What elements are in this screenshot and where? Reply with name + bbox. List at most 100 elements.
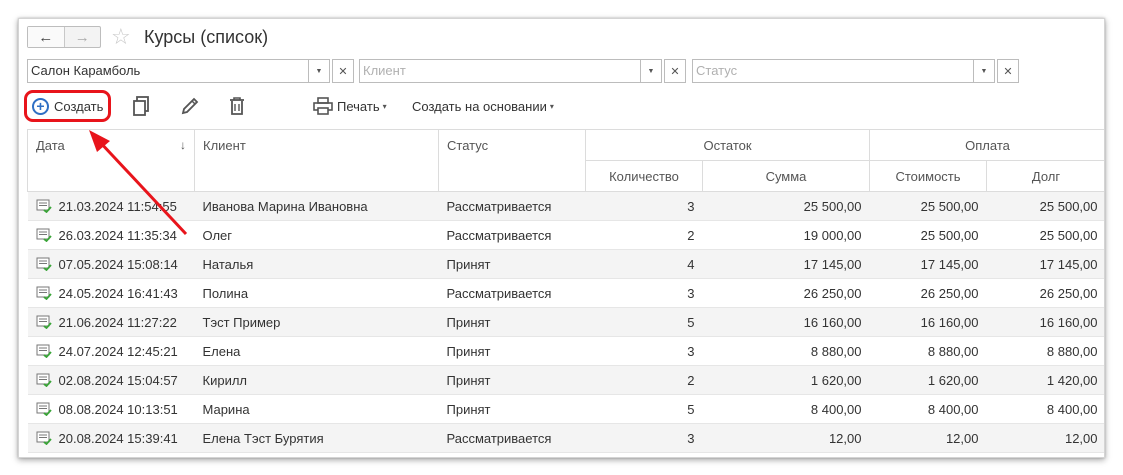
cell-date-text: 24.05.2024 16:41:43 (58, 285, 178, 301)
cell-cost-text: 17 145,00 (920, 256, 979, 272)
cell-cost-text: 12,00 (945, 430, 979, 446)
column-header-debt[interactable]: Долг (985, 160, 1104, 192)
cell-cost: 25 500,00 (869, 191, 987, 221)
edit-pencil-icon[interactable] (179, 95, 201, 117)
status-filter: Статус ▼ ✕ (692, 59, 1019, 83)
cell-debt-text: 16 160,00 (1039, 314, 1098, 330)
cell-quantity: 5 (585, 394, 703, 424)
cell-quantity-text: 5 (687, 314, 695, 330)
table-row[interactable]: 26.03.2024 11:35:34 Олег Рассматривается 2 1… (27, 220, 1104, 250)
cell-quantity-text: 2 (687, 227, 695, 243)
cell-status-text: Принят (446, 343, 491, 359)
status-clear-button[interactable]: ✕ (997, 59, 1019, 83)
cell-quantity-text: 3 (687, 285, 695, 301)
cell-debt-text: 25 500,00 (1039, 198, 1098, 214)
client-field[interactable]: Клиент (359, 59, 640, 83)
cell-client: Кирилл (194, 365, 439, 395)
cell-debt-text: 17 145,00 (1039, 256, 1098, 272)
column-group-payment: Оплата (868, 129, 1104, 161)
table-row[interactable]: 20.08.2024 15:39:41 Елена Тэст Бурятия Рас… (27, 423, 1104, 453)
column-header-client[interactable]: Клиент (194, 129, 439, 192)
close-icon: ✕ (1003, 65, 1013, 78)
delete-trash-icon[interactable] (226, 95, 248, 117)
create-based-on-menu-button[interactable]: Создать на основании ▾ (412, 99, 554, 114)
cell-debt: 12,00 (986, 423, 1104, 453)
organization-dropdown-button[interactable]: ▼ (308, 59, 330, 83)
cell-client: Наталья (194, 249, 439, 279)
cell-debt-text: 12,00 (1064, 430, 1098, 446)
table-row[interactable]: 21.06.2024 11:27:22 Тэст Пример Принят 5 16 … (27, 307, 1104, 337)
cell-client-text: Марина (202, 401, 250, 417)
cell-quantity: 3 (585, 336, 703, 366)
cell-sum-text: 19 000,00 (803, 227, 862, 243)
navigation-buttons: ← → (27, 26, 101, 48)
table-row[interactable]: 21.03.2024 11:54:55 Иванова Марина Иванов… (27, 191, 1104, 221)
cell-date: 21.06.2024 11:27:22 (27, 307, 195, 337)
cell-client-text: Елена (202, 343, 241, 359)
cell-sum-text: 8 400,00 (810, 401, 862, 417)
organization-filter: Салон Карамболь ▼ ✕ (27, 59, 354, 83)
status-dropdown-button[interactable]: ▼ (973, 59, 995, 83)
courses-table: Дата ↓ Клиент Статус Остаток Оплата Коли… (27, 129, 1104, 453)
table-row[interactable]: 24.05.2024 16:41:43 Полина Рассматривается… (27, 278, 1104, 308)
table-row[interactable]: 02.08.2024 15:04:57 Кирилл Принят 2 1 620,00… (27, 365, 1104, 395)
table-row[interactable]: 24.07.2024 12:45:21 Елена Принят 3 8 880,00 8… (27, 336, 1104, 366)
client-filter: Клиент ▼ ✕ (359, 59, 686, 83)
cell-date: 08.08.2024 10:13:51 (27, 394, 195, 424)
cell-debt-text: 25 500,00 (1039, 227, 1098, 243)
cell-cost: 8 400,00 (869, 394, 987, 424)
document-posted-icon (36, 402, 52, 417)
cell-cost: 17 145,00 (869, 249, 987, 279)
cell-debt: 1 420,00 (986, 365, 1104, 395)
cell-quantity: 5 (585, 307, 703, 337)
table-row[interactable]: 07.05.2024 15:08:14 Наталья Принят 4 17 145,… (27, 249, 1104, 279)
column-header-date[interactable]: Дата ↓ (27, 129, 195, 192)
forward-button[interactable]: → (65, 27, 101, 47)
print-menu-button[interactable]: Печать ▾ (313, 97, 387, 115)
courses-list-window: ← → ☆ Курсы (список) Салон Карамболь ▼ ✕… (18, 18, 1105, 458)
cell-status: Принят (438, 307, 586, 337)
table-body: 21.03.2024 11:54:55 Иванова Марина Иванов… (27, 191, 1104, 453)
cell-quantity: 3 (585, 278, 703, 308)
cell-date-text: 24.07.2024 12:45:21 (58, 343, 178, 359)
cell-debt: 8 400,00 (986, 394, 1104, 424)
document-posted-icon (36, 257, 52, 272)
cell-sum: 19 000,00 (702, 220, 870, 250)
column-header-quantity[interactable]: Количество (585, 160, 703, 192)
create-button[interactable]: + Создать (24, 90, 111, 122)
cell-date-text: 21.03.2024 11:54:55 (58, 198, 177, 214)
cell-date: 02.08.2024 15:04:57 (27, 365, 195, 395)
column-header-sum[interactable]: Сумма (702, 160, 870, 192)
cell-quantity-text: 2 (687, 372, 695, 388)
caret-down-icon: ▾ (549, 102, 554, 111)
status-field[interactable]: Статус (692, 59, 973, 83)
favorite-star-icon[interactable]: ☆ (111, 25, 131, 49)
back-button[interactable]: ← (28, 27, 65, 47)
cell-sum: 8 400,00 (702, 394, 870, 424)
organization-field[interactable]: Салон Карамболь (27, 59, 308, 83)
organization-clear-button[interactable]: ✕ (332, 59, 354, 83)
table-row[interactable]: 08.08.2024 10:13:51 Марина Принят 5 8 400,00… (27, 394, 1104, 424)
cell-client-text: Полина (202, 285, 249, 301)
cell-status: Рассматривается (438, 278, 586, 308)
cell-client: Полина (194, 278, 439, 308)
cell-debt-text: 8 880,00 (1046, 343, 1098, 359)
cell-quantity-text: 4 (687, 256, 695, 272)
cell-sum-text: 12,00 (828, 430, 862, 446)
client-dropdown-button[interactable]: ▼ (640, 59, 662, 83)
column-header-status[interactable]: Статус (438, 129, 586, 192)
printer-icon (313, 97, 333, 115)
page-title: Курсы (список) (144, 27, 269, 47)
cell-cost: 8 880,00 (869, 336, 987, 366)
cell-sum-text: 8 880,00 (810, 343, 862, 359)
cell-sum-text: 17 145,00 (803, 256, 862, 272)
cell-date: 21.03.2024 11:54:55 (27, 191, 195, 221)
column-header-cost[interactable]: Стоимость (869, 160, 987, 192)
chevron-down-icon: ▼ (980, 67, 988, 75)
cell-quantity-text: 3 (687, 198, 695, 214)
client-clear-button[interactable]: ✕ (664, 59, 686, 83)
copy-icon[interactable] (131, 95, 153, 117)
cell-sum: 17 145,00 (702, 249, 870, 279)
cell-status: Принят (438, 249, 586, 279)
cell-debt-text: 1 420,00 (1046, 372, 1098, 388)
